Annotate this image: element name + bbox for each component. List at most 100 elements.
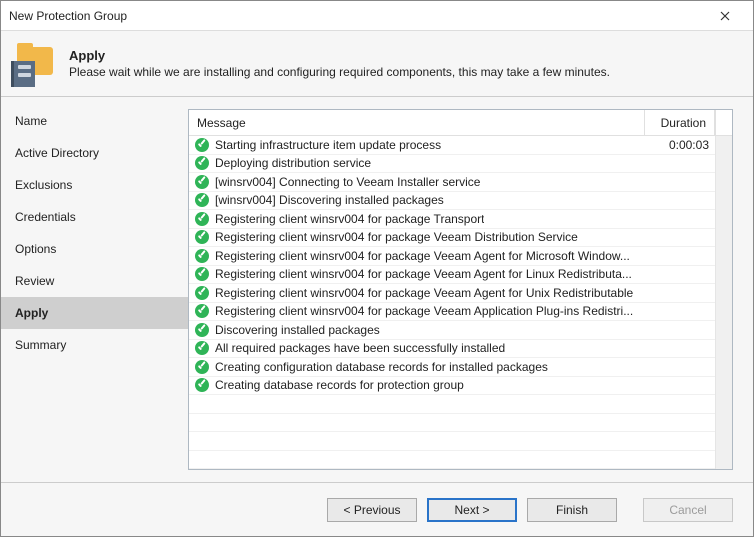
finish-button[interactable]: Finish <box>527 498 617 522</box>
sidebar-item-label: Options <box>15 242 56 256</box>
message-text: Registering client winsrv004 for package… <box>215 230 578 244</box>
column-header-duration[interactable]: Duration <box>645 110 715 135</box>
table-row[interactable]: All required packages have been successf… <box>189 340 715 359</box>
table-row[interactable]: Registering client winsrv004 for package… <box>189 210 715 229</box>
table-row[interactable]: Registering client winsrv004 for package… <box>189 229 715 248</box>
table-row[interactable]: Starting infrastructure item update proc… <box>189 136 715 155</box>
cancel-button: Cancel <box>643 498 733 522</box>
grid-header: Message Duration <box>189 110 732 136</box>
sidebar-item-label: Review <box>15 274 54 288</box>
table-row <box>189 395 715 414</box>
table-row[interactable]: Creating configuration database records … <box>189 358 715 377</box>
wizard-body: Name Active Directory Exclusions Credent… <box>1 97 753 482</box>
column-header-scroll-spacer <box>715 110 732 135</box>
sidebar-item-credentials[interactable]: Credentials <box>1 201 188 233</box>
table-row[interactable]: [winsrv004] Discovering installed packag… <box>189 192 715 211</box>
message-text: All required packages have been successf… <box>215 341 505 355</box>
button-label: Cancel <box>669 503 706 517</box>
grid-rows: Starting infrastructure item update proc… <box>189 136 715 469</box>
table-row[interactable]: Registering client winsrv004 for package… <box>189 266 715 285</box>
success-icon <box>195 341 209 355</box>
sidebar-item-label: Credentials <box>15 210 76 224</box>
wizard-window: New Protection Group Apply Please wait w… <box>0 0 754 537</box>
cell-message: Starting infrastructure item update proc… <box>189 138 645 152</box>
sidebar-item-active-directory[interactable]: Active Directory <box>1 137 188 169</box>
step-description: Please wait while we are installing and … <box>69 65 610 79</box>
button-label: < Previous <box>343 503 400 517</box>
success-icon <box>195 267 209 281</box>
sidebar-item-apply[interactable]: Apply <box>1 297 188 329</box>
cell-message: [winsrv004] Connecting to Veeam Installe… <box>189 175 645 189</box>
vertical-scrollbar[interactable] <box>715 136 732 469</box>
wizard-header-text: Apply Please wait while we are installin… <box>69 48 610 79</box>
previous-button[interactable]: < Previous <box>327 498 417 522</box>
cell-message: Creating database records for protection… <box>189 378 645 392</box>
success-icon <box>195 212 209 226</box>
progress-grid: Message Duration Starting infrastructure… <box>188 109 733 470</box>
table-row[interactable]: Deploying distribution service <box>189 155 715 174</box>
message-text: Deploying distribution service <box>215 156 371 170</box>
sidebar-item-options[interactable]: Options <box>1 233 188 265</box>
sidebar-item-exclusions[interactable]: Exclusions <box>1 169 188 201</box>
sidebar-item-label: Summary <box>15 338 66 352</box>
table-row[interactable]: Registering client winsrv004 for package… <box>189 247 715 266</box>
cell-message: Registering client winsrv004 for package… <box>189 212 645 226</box>
cell-message: [winsrv004] Discovering installed packag… <box>189 193 645 207</box>
success-icon <box>195 230 209 244</box>
table-row <box>189 414 715 433</box>
next-button[interactable]: Next > <box>427 498 517 522</box>
window-title: New Protection Group <box>9 9 705 23</box>
table-row[interactable]: Creating database records for protection… <box>189 377 715 396</box>
table-row <box>189 432 715 451</box>
sidebar-item-label: Exclusions <box>15 178 72 192</box>
message-text: Registering client winsrv004 for package… <box>215 286 633 300</box>
sidebar-item-label: Apply <box>15 306 48 320</box>
cell-message: Creating configuration database records … <box>189 360 645 374</box>
grid-rows-viewport: Starting infrastructure item update proc… <box>189 136 732 469</box>
cell-message: Registering client winsrv004 for package… <box>189 230 645 244</box>
cell-duration: 0:00:03 <box>645 138 715 152</box>
table-row[interactable]: Registering client winsrv004 for package… <box>189 303 715 322</box>
message-text: Discovering installed packages <box>215 323 380 337</box>
success-icon <box>195 304 209 318</box>
wizard-footer: < Previous Next > Finish Cancel <box>1 482 753 536</box>
message-text: Registering client winsrv004 for package… <box>215 304 633 318</box>
step-title: Apply <box>69 48 610 63</box>
success-icon <box>195 249 209 263</box>
success-icon <box>195 360 209 374</box>
success-icon <box>195 193 209 207</box>
success-icon <box>195 156 209 170</box>
message-text: Creating configuration database records … <box>215 360 548 374</box>
message-text: Registering client winsrv004 for package… <box>215 212 484 226</box>
success-icon <box>195 138 209 152</box>
sidebar-item-review[interactable]: Review <box>1 265 188 297</box>
cell-message: Deploying distribution service <box>189 156 645 170</box>
close-button[interactable] <box>705 2 745 30</box>
wizard-content: Message Duration Starting infrastructure… <box>188 97 753 482</box>
button-label: Next > <box>454 503 489 517</box>
column-header-message[interactable]: Message <box>189 110 645 135</box>
wizard-header: Apply Please wait while we are installin… <box>1 31 753 97</box>
cell-message: Discovering installed packages <box>189 323 645 337</box>
cell-message: Registering client winsrv004 for package… <box>189 267 645 281</box>
sidebar-item-label: Active Directory <box>15 146 99 160</box>
button-label: Finish <box>556 503 588 517</box>
table-row[interactable]: Registering client winsrv004 for package… <box>189 284 715 303</box>
cell-message: Registering client winsrv004 for package… <box>189 304 645 318</box>
message-text: Creating database records for protection… <box>215 378 464 392</box>
success-icon <box>195 378 209 392</box>
table-row[interactable]: [winsrv004] Connecting to Veeam Installe… <box>189 173 715 192</box>
message-text: [winsrv004] Connecting to Veeam Installe… <box>215 175 480 189</box>
sidebar-item-summary[interactable]: Summary <box>1 329 188 361</box>
table-row <box>189 451 715 470</box>
close-icon <box>720 11 730 21</box>
sidebar-item-label: Name <box>15 114 47 128</box>
wizard-steps-sidebar: Name Active Directory Exclusions Credent… <box>1 97 188 482</box>
cell-message: All required packages have been successf… <box>189 341 645 355</box>
cell-message: Registering client winsrv004 for package… <box>189 286 645 300</box>
titlebar: New Protection Group <box>1 1 753 31</box>
message-text: Starting infrastructure item update proc… <box>215 138 441 152</box>
sidebar-item-name[interactable]: Name <box>1 105 188 137</box>
protection-group-icon <box>11 41 57 87</box>
table-row[interactable]: Discovering installed packages <box>189 321 715 340</box>
